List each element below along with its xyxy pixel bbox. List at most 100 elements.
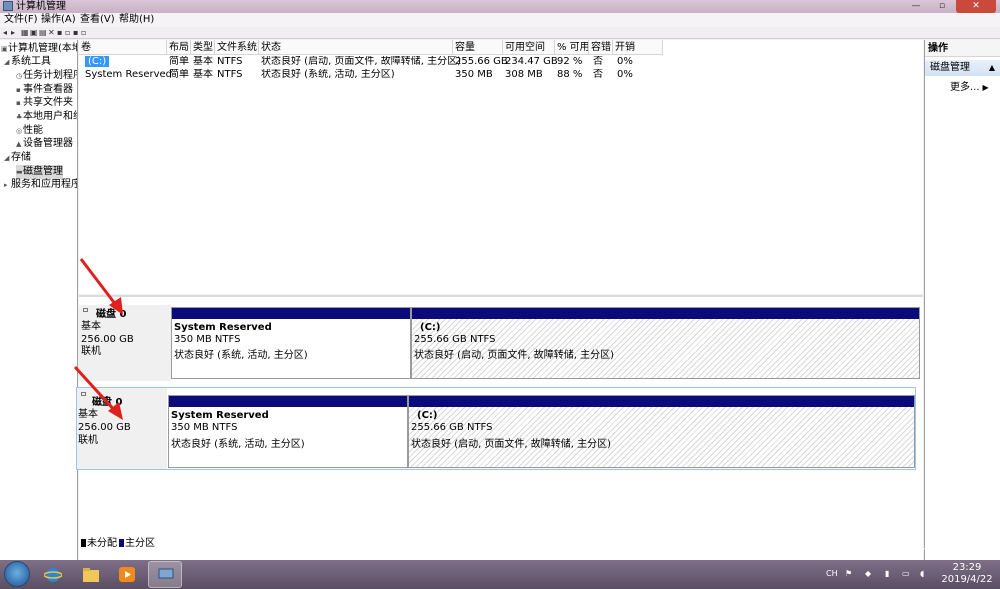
cell-layout: 简单	[169, 56, 189, 67]
window-title: 计算机管理	[16, 1, 66, 12]
collapse-arrow-icon: ▸	[4, 181, 8, 189]
media-player-button[interactable]	[110, 561, 144, 588]
disk-graphic-view[interactable]: 磁盘 0 基本 256.00 GB 联机 System Reserved 350…	[73, 258, 923, 560]
console-tree-icon[interactable]: ▦	[21, 27, 29, 39]
partition-c-drive[interactable]: (C:) 255.66 GB NTFS 状态良好 (启动, 页面文件, 故障转储…	[408, 395, 915, 468]
table-row[interactable]: (C:)	[83, 56, 110, 68]
tree-item-storage[interactable]: ◢ 存储	[4, 151, 31, 165]
volume-list[interactable]: 卷 布局 类型 文件系统 状态 容量 可用空间 % 可用 容错 开销 (C:) …	[79, 40, 923, 294]
partition-system-reserved[interactable]: System Reserved 350 MB NTFS 状态良好 (系统, 活动…	[168, 395, 408, 468]
tree-item-system-tools[interactable]: ◢ 系统工具	[4, 55, 51, 69]
tree-item-device-manager[interactable]: ▲ 设备管理器	[16, 137, 73, 151]
volume-name: (C:)	[85, 56, 110, 67]
partition-title: System Reserved	[171, 410, 269, 421]
menu-help[interactable]: 帮助(H)	[119, 13, 154, 27]
start-button[interactable]	[4, 561, 30, 587]
computer-management-window: 计算机管理 — ▫ ✕ 文件(F) 操作(A) 查看(V) 帮助(H) ◂ ▸ …	[0, 0, 1000, 560]
console-tree[interactable]: ▣计算机管理(本地) ◢系统工具 ◷任务计划程序 ▪事件查看器 ▪共享文件夹 ♣…	[0, 40, 78, 560]
clock[interactable]: 23:29 2019/4/22	[936, 562, 998, 586]
partition-c-drive[interactable]: (C:) 255.66 GB NTFS 状态良好 (启动, 页面文件, 故障转储…	[411, 307, 920, 379]
back-icon[interactable]: ◂	[3, 27, 7, 39]
menu-view[interactable]: 查看(V)	[80, 13, 115, 27]
internet-explorer-button[interactable]	[36, 561, 70, 588]
title-bar[interactable]: 计算机管理 — ▫ ✕	[0, 0, 1000, 13]
more-actions-label: 更多...	[950, 82, 980, 93]
delete-icon[interactable]: ✕	[48, 27, 55, 39]
partition-bar	[412, 308, 919, 319]
close-button[interactable]: ✕	[956, 0, 996, 13]
tree-item-services-apps[interactable]: ▸ 服务和应用程序	[4, 178, 77, 192]
actions-header: 操作	[925, 40, 1000, 57]
help-icon[interactable]: ▤	[39, 27, 47, 39]
cell-capacity: 255.66 GB	[455, 56, 508, 67]
col-layout[interactable]: 布局	[167, 40, 191, 55]
actions-section-label: 磁盘管理	[930, 62, 970, 73]
more-actions[interactable]: 更多... ▶	[950, 81, 989, 95]
tree-item-root[interactable]: ▣计算机管理(本地)	[1, 42, 77, 56]
table-row[interactable]: System Reserved	[83, 69, 172, 81]
flag-icon[interactable]: ⚑	[845, 569, 852, 578]
col-capacity[interactable]: 容量	[453, 40, 503, 55]
expand-arrow-icon: ◢	[4, 58, 10, 66]
cell-overhead: 0%	[617, 69, 633, 80]
network-icon[interactable]: ▭	[902, 569, 910, 578]
computer-management-taskbar-button[interactable]	[148, 561, 182, 588]
maximize-button[interactable]: ▫	[930, 0, 954, 13]
properties-icon[interactable]: ▣	[30, 27, 38, 39]
col-filesystem[interactable]: 文件系统	[215, 40, 259, 55]
battery-icon[interactable]: ▮	[885, 569, 889, 578]
col-percent-free[interactable]: % 可用	[555, 40, 589, 55]
cell-percent-free: 92 %	[557, 56, 583, 67]
clock-icon: ◷	[16, 72, 23, 80]
users-icon: ♣	[16, 113, 23, 121]
tool-icon-d[interactable]: ▫	[81, 27, 86, 39]
partition-bar	[169, 396, 407, 407]
internet-explorer-icon	[44, 568, 62, 582]
partition-system-reserved[interactable]: System Reserved 350 MB NTFS 状态良好 (系统, 活动…	[171, 307, 411, 379]
chevron-up-icon[interactable]: ▲	[989, 60, 995, 76]
disk-size: 256.00 GB	[81, 334, 134, 345]
app-tray-icon[interactable]: ◆	[865, 569, 871, 578]
menu-action[interactable]: 操作(A)	[41, 13, 76, 27]
col-volume[interactable]: 卷	[79, 40, 167, 55]
minimize-button[interactable]: —	[904, 0, 928, 13]
tree-item-event-viewer[interactable]: ▪ 事件查看器	[16, 83, 73, 97]
tree-item-local-users[interactable]: ♣本地用户和组	[16, 110, 77, 124]
tree-item-shared-folders[interactable]: ▪ 共享文件夹	[16, 96, 73, 110]
partition-size: 350 MB NTFS	[174, 334, 241, 345]
cell-filesystem: NTFS	[217, 56, 243, 67]
tree-item-performance[interactable]: ◎性能	[16, 124, 43, 138]
disk-type: 基本	[81, 321, 101, 332]
col-fault-tolerance[interactable]: 容错	[589, 40, 613, 55]
menu-file[interactable]: 文件(F)	[4, 13, 38, 27]
tree-item-disk-management[interactable]: ▬磁盘管理	[16, 165, 63, 179]
forward-icon[interactable]: ▸	[11, 27, 15, 39]
volume-icon[interactable]: ◖	[920, 569, 924, 578]
col-overhead[interactable]: 开销	[613, 40, 663, 55]
actions-section-disk-management[interactable]: 磁盘管理 ▲	[925, 60, 1000, 76]
ime-indicator[interactable]: CH	[826, 569, 838, 578]
partition-status: 状态良好 (系统, 活动, 主分区)	[174, 350, 308, 361]
partition-bar	[409, 396, 914, 407]
file-explorer-button[interactable]	[74, 561, 108, 588]
tool-icon-b[interactable]: ▫	[65, 27, 70, 39]
cell-capacity: 350 MB	[455, 69, 493, 80]
tool-icon-c[interactable]: ▪	[73, 27, 78, 39]
tool-icon-a[interactable]: ▪	[57, 27, 62, 39]
col-type[interactable]: 类型	[191, 40, 215, 55]
cell-filesystem: NTFS	[217, 69, 243, 80]
taskbar: CH ⚑ ◆ ▮ ▭ ◖ 23:29 2019/4/22	[0, 560, 1000, 589]
disk-row[interactable]: 磁盘 0 基本 256.00 GB 联机 System Reserved 350…	[79, 305, 923, 381]
cell-free-space: 308 MB	[505, 69, 543, 80]
tree-item-task-scheduler[interactable]: ◷任务计划程序	[16, 69, 77, 83]
disk-row-selected[interactable]: 磁盘 0 基本 256.00 GB 联机 System Reserved 350…	[76, 387, 916, 470]
col-status[interactable]: 状态	[259, 40, 453, 55]
col-free-space[interactable]: 可用空间	[503, 40, 555, 55]
actions-pane: 操作 磁盘管理 ▲ 更多... ▶	[924, 40, 1000, 560]
annotation-arrow	[79, 258, 123, 315]
clock-date: 2019/4/22	[941, 574, 993, 585]
cell-overhead: 0%	[617, 56, 633, 67]
partition-size: 255.66 GB NTFS	[411, 422, 493, 433]
unallocated-swatch	[81, 539, 86, 547]
disk-status: 联机	[81, 346, 101, 357]
